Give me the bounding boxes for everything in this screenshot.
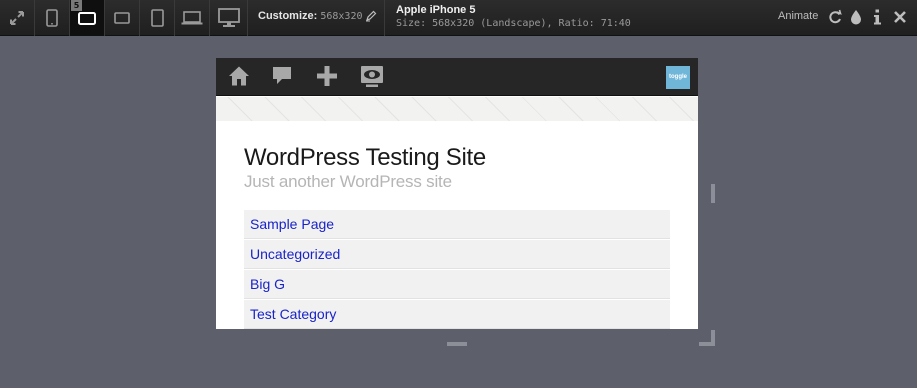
pencil-icon[interactable] <box>365 10 377 22</box>
comment-icon[interactable] <box>272 65 292 89</box>
home-icon[interactable] <box>228 65 250 87</box>
tablet-portrait-button[interactable] <box>140 0 175 36</box>
site-logo[interactable]: toggle <box>666 66 690 89</box>
resize-handle-corner-vertical[interactable] <box>711 330 715 346</box>
device-count-badge: 5 <box>71 0 82 11</box>
drop-icon[interactable] <box>850 9 862 25</box>
menu-item-test-category[interactable]: Test Category <box>244 300 670 329</box>
tablet-landscape-icon <box>114 12 130 24</box>
menu-item-big-g[interactable]: Big G <box>244 270 670 299</box>
plus-icon[interactable] <box>316 65 338 87</box>
phone-portrait-button[interactable] <box>35 0 70 36</box>
phone-landscape-icon <box>78 11 96 25</box>
customize-label: Customize: <box>258 10 318 22</box>
menu-item-uncategorized[interactable]: Uncategorized <box>244 240 670 269</box>
phone-portrait-icon <box>46 9 58 27</box>
device-info: Size: 568x320 (Landscape), Ratio: 71:40 <box>396 18 631 29</box>
animate-toggle[interactable]: Animate <box>778 10 818 22</box>
resize-handle-right[interactable] <box>711 184 715 203</box>
laptop-button[interactable] <box>175 0 210 36</box>
site-navbar: toggle <box>216 58 698 96</box>
header-pattern <box>216 97 698 121</box>
desktop-icon <box>217 8 240 27</box>
eye-icon[interactable] <box>360 65 384 89</box>
menu-item-sample-page[interactable]: Sample Page <box>244 210 670 239</box>
desktop-button[interactable] <box>210 0 248 36</box>
info-icon[interactable] <box>872 9 882 25</box>
customize-value: 568x320 <box>320 11 363 22</box>
toolbar-divider <box>384 0 385 36</box>
site-title[interactable]: WordPress Testing Site <box>244 144 486 172</box>
laptop-icon <box>181 11 203 25</box>
tablet-landscape-button[interactable] <box>105 0 140 36</box>
fullscreen-button[interactable] <box>0 0 35 36</box>
toolbar: 5 Customize: 568x320 Apple iPhone 5 Size… <box>0 0 917 36</box>
rotate-icon[interactable] <box>828 9 842 25</box>
device-viewport: toggle WordPress Testing Site Just anoth… <box>216 58 698 329</box>
resize-handle-bottom[interactable] <box>447 342 467 346</box>
site-menu: Sample Page Uncategorized Big G Test Cat… <box>244 210 670 329</box>
tablet-portrait-icon <box>150 9 164 27</box>
fullscreen-icon <box>10 11 24 25</box>
device-name: Apple iPhone 5 <box>396 4 476 16</box>
customize-size[interactable]: Customize: 568x320 <box>258 10 363 22</box>
site-tagline: Just another WordPress site <box>244 172 452 191</box>
phone-landscape-button[interactable]: 5 <box>70 0 105 36</box>
close-icon[interactable] <box>893 9 907 25</box>
